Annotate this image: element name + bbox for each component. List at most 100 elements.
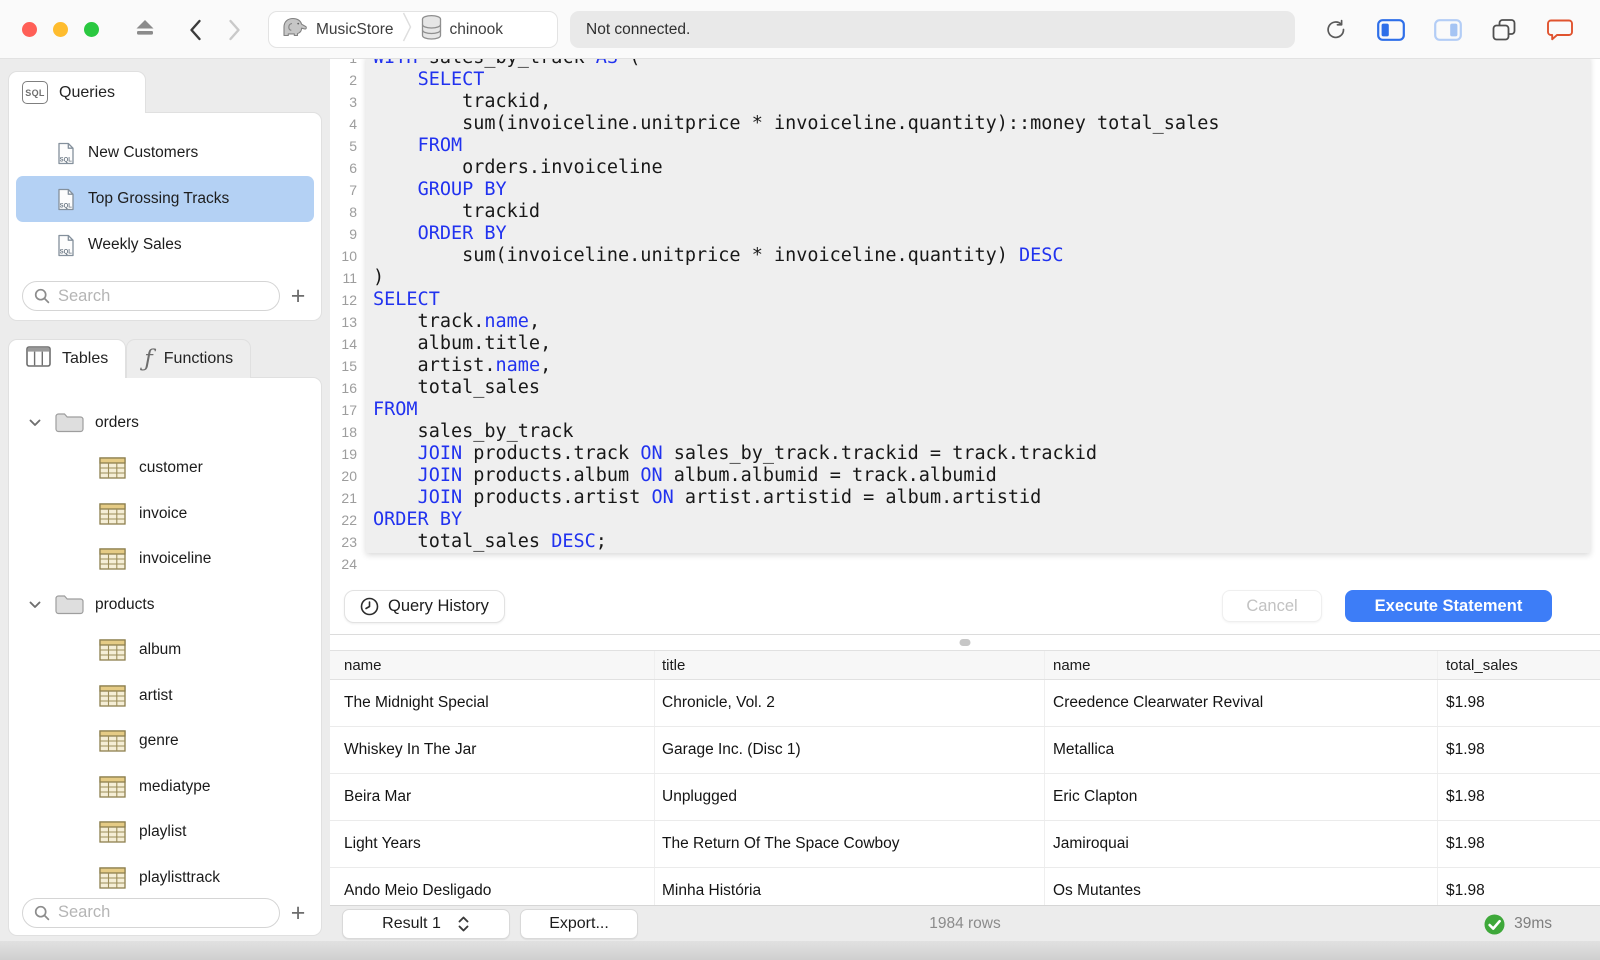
line-number: 2 (349, 72, 357, 88)
connection-status: Not connected. (570, 11, 1295, 48)
minimize-window-button[interactable] (53, 22, 68, 37)
tree-table-genre[interactable]: genre (9, 719, 321, 765)
table-cell[interactable]: Ando Meio Desligado (330, 868, 655, 905)
editor-code: WITH sales_by_track AS ( SELECT trackid,… (366, 59, 1590, 575)
splitter-handle-icon[interactable] (959, 639, 971, 646)
table-row[interactable]: Whiskey In The Jar Garage Inc. (Disc 1) Me… (330, 727, 1600, 774)
table-cell[interactable]: The Midnight Special (330, 680, 655, 726)
tree-table-invoice[interactable]: invoice (9, 491, 321, 537)
table-cell[interactable]: Jamiroquai (1045, 821, 1438, 867)
table-cell[interactable]: $1.98 (1438, 868, 1600, 905)
column-header-total_sales[interactable]: total_sales (1438, 651, 1600, 679)
toggle-right-sidebar-button[interactable] (1434, 19, 1462, 41)
svg-text:SQL: SQL (60, 157, 73, 163)
tree-table-artist[interactable]: artist (9, 673, 321, 719)
query-item[interactable]: SQL New Customers (16, 130, 314, 176)
table-grid-icon (26, 346, 51, 372)
tree-table-album[interactable]: album (9, 628, 321, 674)
table-cell[interactable]: Minha História (655, 868, 1045, 905)
windows-button[interactable] (1491, 18, 1517, 42)
tree-folder-orders[interactable]: orders (9, 400, 321, 446)
breadcrumb[interactable]: MusicStore chinook (268, 11, 558, 48)
line-number: 15 (341, 358, 357, 374)
table-cell[interactable]: Light Years (330, 821, 655, 867)
queries-search-input[interactable] (22, 281, 280, 311)
code-line-11: ) (373, 267, 385, 288)
table-cell[interactable]: Metallica (1045, 727, 1438, 773)
table-cell[interactable]: Garage Inc. (Disc 1) (655, 727, 1045, 773)
tree-table-customer[interactable]: customer (9, 446, 321, 492)
code-line-19: JOIN products.track ON sales_by_track.tr… (417, 443, 1098, 464)
tree-table-playlisttrack[interactable]: playlisttrack (9, 855, 321, 901)
close-window-button[interactable] (22, 22, 37, 37)
status-bar: Result 1 Export... 1984 rows 39ms (330, 905, 1600, 941)
query-item[interactable]: SQL Top Grossing Tracks (16, 176, 314, 222)
tab-functions[interactable]: ƒ Functions (126, 339, 252, 378)
code-line-4: sum(invoiceline.unitprice * invoiceline.… (373, 113, 1220, 134)
refresh-button[interactable] (1324, 18, 1348, 42)
code-line-17: FROM (373, 399, 418, 420)
eject-icon[interactable] (134, 18, 156, 38)
column-header-name[interactable]: name (1045, 651, 1438, 679)
queries-search (22, 281, 280, 311)
code-line-3: trackid, (373, 91, 552, 112)
table-icon (99, 503, 126, 525)
add-query-button[interactable]: + (286, 282, 310, 310)
line-number: 12 (341, 292, 357, 308)
table-cell[interactable]: $1.98 (1438, 774, 1600, 820)
code-line-16: total_sales (373, 377, 541, 398)
table-cell[interactable]: Chronicle, Vol. 2 (655, 680, 1045, 726)
table-cell[interactable]: $1.98 (1438, 680, 1600, 726)
execute-statement-button[interactable]: Execute Statement (1345, 590, 1552, 622)
code-line-9: ORDER BY (417, 223, 507, 244)
query-item[interactable]: SQL Weekly Sales (16, 222, 314, 268)
column-header-name[interactable]: name (330, 651, 655, 679)
line-number: 7 (349, 182, 357, 198)
table-cell[interactable]: Beira Mar (330, 774, 655, 820)
splitter[interactable] (330, 635, 1600, 650)
table-row[interactable]: The Midnight Special Chronicle, Vol. 2 Cre… (330, 680, 1600, 727)
table-row[interactable]: Ando Meio Desligado Minha História Os Muta… (330, 868, 1600, 905)
table-cell[interactable]: $1.98 (1438, 821, 1600, 867)
tree-table-mediatype[interactable]: mediatype (9, 764, 321, 810)
query-item-label: Weekly Sales (88, 236, 182, 253)
sql-editor[interactable]: 123456789101112131415161718192021222324 … (330, 59, 1600, 587)
table-cell[interactable]: Creedence Clearwater Revival (1045, 680, 1438, 726)
table-cell[interactable]: Whiskey In The Jar (330, 727, 655, 773)
table-cell[interactable]: Eric Clapton (1045, 774, 1438, 820)
tables-search-input[interactable] (22, 897, 280, 928)
chevron-down-icon[interactable] (29, 419, 44, 427)
line-number: 6 (349, 160, 357, 176)
table-cell[interactable]: $1.98 (1438, 727, 1600, 773)
zoom-window-button[interactable] (84, 22, 99, 37)
chat-bubble-icon[interactable] (1546, 18, 1574, 42)
folder-icon (54, 593, 85, 616)
code-line-20: JOIN products.album ON album.albumid = t… (417, 465, 997, 486)
tree-table-playlist[interactable]: playlist (9, 810, 321, 856)
toggle-left-sidebar-button[interactable] (1377, 19, 1405, 41)
clock-icon (360, 597, 379, 616)
tree-table-invoiceline[interactable]: invoiceline (9, 537, 321, 583)
line-number: 1 (330, 59, 366, 69)
table-cell[interactable]: The Return Of The Space Cowboy (655, 821, 1045, 867)
breadcrumb-server[interactable]: MusicStore (316, 21, 394, 39)
add-table-button[interactable]: + (286, 899, 310, 927)
forward-button[interactable] (228, 19, 242, 41)
line-number: 17 (341, 402, 357, 418)
cancel-button[interactable]: Cancel (1222, 590, 1322, 622)
table-row[interactable]: Beira Mar Unplugged Eric Clapton $1.98 (330, 774, 1600, 821)
code-line-12: SELECT (373, 289, 440, 310)
tab-queries[interactable]: SQL Queries (8, 71, 146, 113)
tab-tables[interactable]: Tables (8, 339, 127, 378)
line-number: 20 (341, 468, 357, 484)
table-cell[interactable]: Unplugged (655, 774, 1045, 820)
back-button[interactable] (188, 19, 202, 41)
main-area: 123456789101112131415161718192021222324 … (330, 59, 1600, 960)
chevron-down-icon[interactable] (29, 601, 44, 609)
breadcrumb-database[interactable]: chinook (450, 21, 503, 39)
table-row[interactable]: Light Years The Return Of The Space Cowbo… (330, 821, 1600, 868)
query-history-button[interactable]: Query History (344, 590, 505, 623)
tree-folder-products[interactable]: products (9, 582, 321, 628)
column-header-title[interactable]: title (655, 651, 1045, 679)
table-cell[interactable]: Os Mutantes (1045, 868, 1438, 905)
